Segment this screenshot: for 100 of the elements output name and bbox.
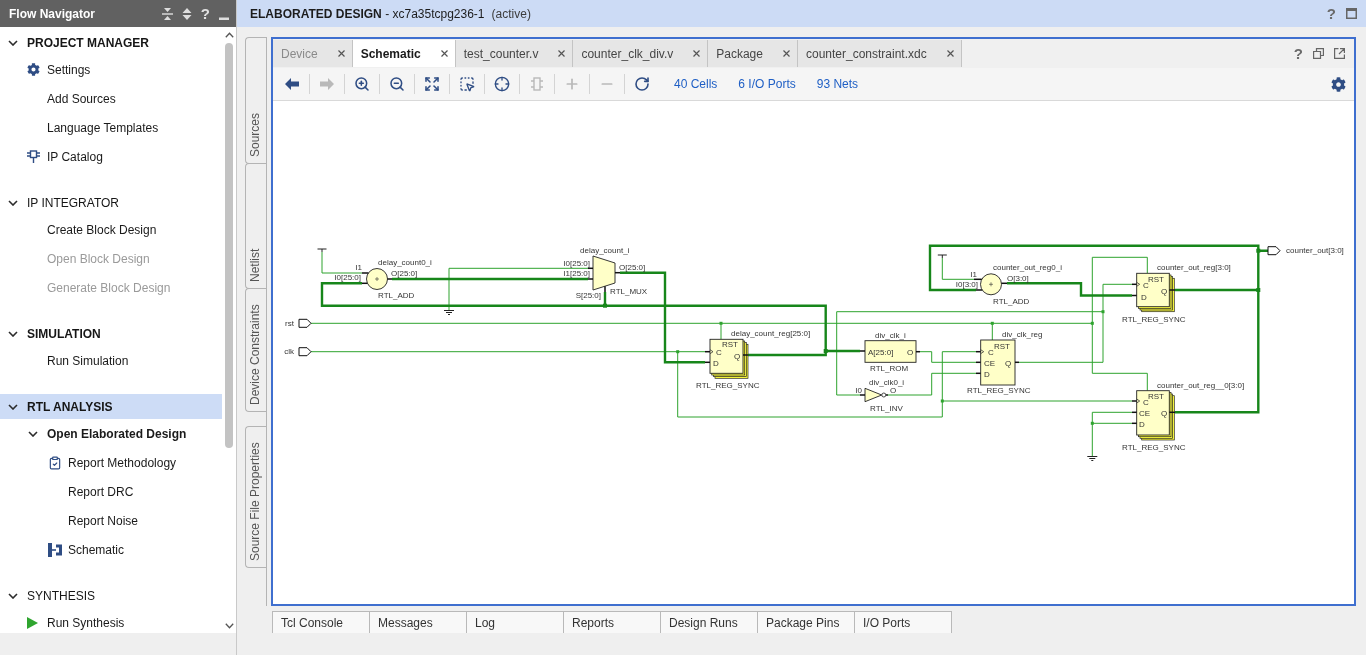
nav-item[interactable]: Add Sources — [0, 89, 222, 108]
close-icon[interactable] — [782, 50, 790, 57]
pin-label: Q — [1161, 408, 1168, 418]
gear-icon — [27, 63, 40, 76]
restore-icon[interactable] — [1313, 47, 1324, 59]
nav-item[interactable]: Run Simulation — [0, 351, 222, 370]
help-button[interactable]: ? — [1293, 45, 1303, 61]
expand-all-icon[interactable] — [181, 7, 192, 20]
help-button[interactable]: ? — [200, 6, 210, 21]
close-icon[interactable] — [946, 50, 954, 57]
junction-icon — [940, 399, 944, 403]
panel-tab[interactable]: Log — [466, 611, 564, 633]
junction-icon — [719, 321, 723, 325]
scrollbar-thumb[interactable] — [225, 43, 233, 448]
pin-label: Q — [1161, 286, 1168, 296]
pin-label: RST — [722, 339, 738, 349]
junction-icon — [990, 321, 994, 325]
nav-item[interactable]: Report Methodology — [0, 453, 222, 472]
pin-label: O[25:0] — [391, 268, 418, 278]
nav-item[interactable]: Run Synthesis — [0, 613, 222, 632]
refresh-icon[interactable] — [634, 76, 650, 92]
close-icon[interactable] — [440, 50, 448, 57]
help-button[interactable]: ? — [1326, 6, 1336, 21]
design-status: (active) — [491, 6, 531, 21]
cell-type-label: RTL_REG_SYNC — [967, 386, 1031, 395]
junction-icon — [1256, 248, 1261, 253]
editor-tab[interactable]: Package — [708, 40, 798, 67]
float-window-icon[interactable] — [1334, 47, 1345, 59]
nav-item[interactable]: Report DRC — [0, 482, 222, 501]
panel-tab[interactable]: Design Runs — [660, 611, 758, 633]
schematic-icon — [48, 542, 62, 557]
pin-label: I0[25:0] — [563, 258, 590, 268]
editor-tab[interactable]: counter_clk_div.v — [573, 40, 709, 67]
chevron-down-icon[interactable] — [224, 623, 234, 629]
nav-section-header[interactable]: SIMULATION — [0, 321, 222, 346]
pin-label: I1[25:0] — [563, 268, 590, 278]
nav-item[interactable]: IP Catalog — [0, 147, 222, 166]
expand-arrows-icon[interactable] — [424, 76, 440, 92]
side-tab[interactable]: Source File Properties — [245, 426, 266, 568]
pin-label: I0[3:0] — [955, 280, 978, 289]
close-icon[interactable] — [693, 50, 701, 57]
cell-name-label: counter_out_reg[3:0] — [1157, 263, 1231, 272]
editor-tab[interactable]: Schematic — [352, 40, 456, 67]
pin-label: O[25:0] — [619, 262, 646, 272]
junction-icon — [1090, 421, 1094, 425]
pin-label: D — [1141, 293, 1147, 302]
zoom-out-icon[interactable] — [389, 76, 405, 92]
count-link[interactable]: 93 Nets — [816, 77, 859, 91]
nav-item[interactable]: Schematic — [0, 540, 222, 559]
cell-name-label: delay_count_reg[25:0] — [731, 329, 811, 338]
panel-tab[interactable]: Reports — [563, 611, 661, 633]
nav-item[interactable]: Open Elaborated Design — [0, 424, 222, 443]
cell-type-label: RTL_REG_SYNC — [1122, 315, 1186, 324]
cell-type-label: RTL_ROM — [870, 363, 909, 373]
panel-tab[interactable]: Tcl Console — [272, 611, 370, 633]
pin-label: C — [716, 347, 722, 357]
pin-label: O — [907, 347, 914, 357]
pin-label: S[25:0] — [575, 290, 601, 300]
maximize-icon[interactable] — [1346, 8, 1357, 19]
port-label: counter_out[3:0] — [1286, 246, 1344, 256]
panel-tab[interactable]: Package Pins — [757, 611, 855, 633]
cell-name-label: div_clk_reg — [1002, 330, 1043, 339]
settings-icon[interactable] — [1331, 76, 1346, 92]
cell-type-label: RTL_ADD — [378, 291, 415, 300]
pin-label: CE — [1139, 408, 1151, 418]
nav-item[interactable]: Report Noise — [0, 511, 222, 530]
cell-type-label: RTL_INV — [870, 404, 903, 413]
nav-item[interactable]: Settings — [0, 60, 222, 79]
panel-tab[interactable]: Messages — [369, 611, 467, 633]
nav-section-header[interactable]: SYNTHESIS — [0, 583, 222, 608]
collapse-all-icon[interactable] — [161, 7, 173, 20]
power-tie-icon — [937, 254, 948, 259]
navigator-title: Flow Navigator — [9, 6, 96, 21]
cell-name-label: delay_count_i — [580, 246, 630, 255]
junction-icon — [603, 303, 607, 308]
side-tab[interactable]: Device Constraints — [245, 288, 266, 412]
arrow-left-icon[interactable] — [285, 78, 299, 90]
nav-section-header[interactable]: PROJECT MANAGER — [0, 30, 222, 55]
adder-symbol — [361, 268, 393, 290]
cell-type-label: RTL_REG_SYNC — [1122, 442, 1186, 452]
dashed-select-icon[interactable] — [459, 76, 475, 92]
pin-label: Q — [734, 351, 741, 361]
chevron-up-icon[interactable] — [224, 32, 234, 38]
crosshair-icon[interactable] — [494, 76, 510, 92]
cell-name-label: div_clk0_i — [869, 378, 905, 387]
cell-name-label: div_clk_i — [875, 330, 906, 340]
count-link[interactable]: 6 I/O Ports — [738, 77, 796, 91]
count-link[interactable]: 40 Cells — [674, 77, 718, 91]
editor-tab[interactable]: counter_constraint.xdc — [797, 40, 962, 67]
panel-tab[interactable]: I/O Ports — [854, 611, 952, 633]
editor-tab[interactable]: test_counter.v — [455, 40, 574, 67]
nav-section-header[interactable]: RTL ANALYSIS — [0, 394, 222, 419]
ground-icon — [1086, 456, 1098, 461]
nav-item[interactable]: Language Templates — [0, 118, 222, 137]
cell-name-label: delay_count0_i — [378, 258, 432, 267]
zoom-in-icon[interactable] — [354, 76, 370, 92]
chip-icon — [27, 150, 40, 163]
close-icon[interactable] — [558, 50, 566, 57]
nav-item[interactable]: Create Block Design — [0, 220, 222, 239]
nav-section-header[interactable]: IP INTEGRATOR — [0, 190, 222, 215]
